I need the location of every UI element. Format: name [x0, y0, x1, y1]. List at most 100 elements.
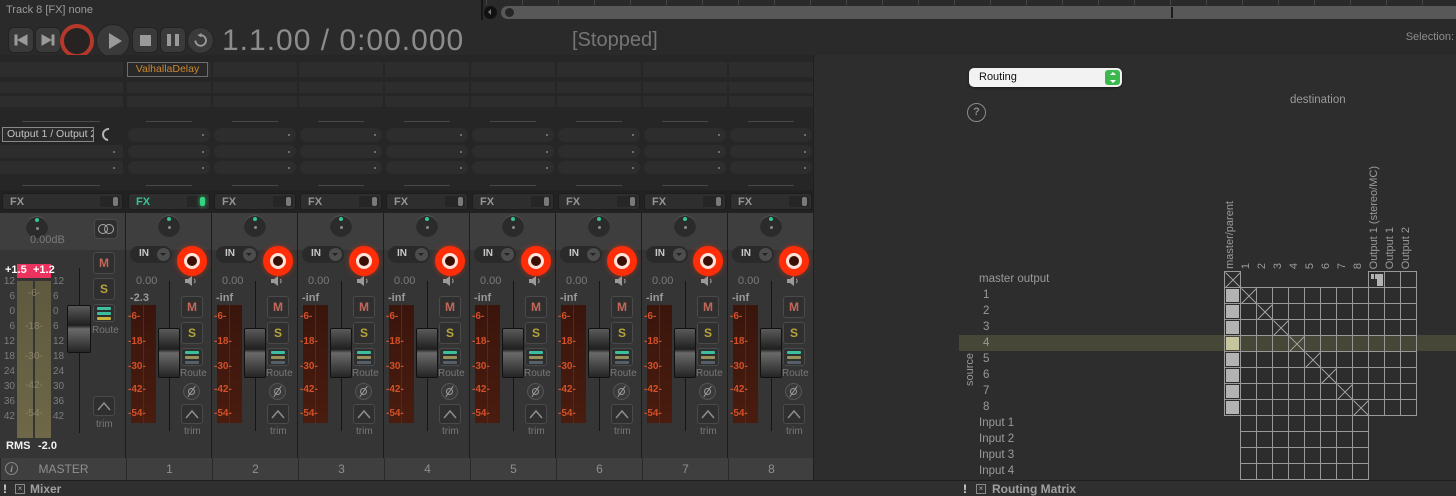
matrix-cell[interactable]: [1304, 335, 1321, 352]
matrix-cell[interactable]: [1224, 287, 1241, 304]
matrix-cell[interactable]: [1336, 463, 1353, 480]
matrix-cell[interactable]: [1224, 335, 1241, 352]
record-arm-button[interactable]: [349, 246, 379, 276]
matrix-cell[interactable]: [1320, 399, 1337, 416]
matrix-column-header[interactable]: 3: [1272, 263, 1284, 269]
send-slot[interactable]: [644, 128, 726, 142]
matrix-cell[interactable]: [1272, 303, 1289, 320]
matrix-cell[interactable]: [1384, 319, 1401, 336]
track-fx-button[interactable]: FX: [558, 193, 640, 210]
matrix-cell[interactable]: [1336, 431, 1353, 448]
matrix-column-header[interactable]: 1: [1240, 263, 1252, 269]
matrix-cell[interactable]: [1320, 319, 1337, 336]
track-solo-button[interactable]: S: [525, 322, 547, 344]
matrix-cell[interactable]: [1304, 287, 1321, 304]
matrix-cell[interactable]: [1304, 319, 1321, 336]
matrix-cell[interactable]: [1304, 351, 1321, 368]
matrix-cell[interactable]: [1256, 319, 1273, 336]
matrix-cell[interactable]: [1304, 463, 1321, 480]
matrix-cell[interactable]: [1272, 351, 1289, 368]
track-solo-button[interactable]: S: [353, 322, 375, 344]
matrix-cell[interactable]: [1256, 383, 1273, 400]
matrix-cell[interactable]: [1224, 303, 1241, 320]
send-slot[interactable]: [128, 161, 210, 174]
matrix-cell[interactable]: [1352, 415, 1369, 432]
track-route-button[interactable]: [525, 348, 547, 366]
timeline-ruler[interactable]: [486, 0, 1456, 5]
matrix-cell[interactable]: [1240, 383, 1257, 400]
monitor-speaker-icon[interactable]: [442, 274, 456, 288]
track-route-button[interactable]: [181, 348, 203, 366]
matrix-cell[interactable]: [1256, 447, 1273, 464]
matrix-cell[interactable]: [1336, 383, 1353, 400]
info-icon[interactable]: i: [5, 462, 18, 475]
matrix-cell[interactable]: [1352, 463, 1369, 480]
matrix-row-header[interactable]: Input 2: [979, 431, 1014, 447]
matrix-cell[interactable]: [1336, 351, 1353, 368]
phase-invert-button[interactable]: [527, 383, 544, 400]
matrix-cell[interactable]: [1368, 383, 1385, 400]
matrix-cell[interactable]: [1384, 287, 1401, 304]
record-arm-button[interactable]: [607, 246, 637, 276]
play-button[interactable]: [96, 24, 130, 58]
master-solo-button[interactable]: S: [93, 278, 115, 300]
matrix-cell[interactable]: [1320, 287, 1337, 304]
phase-invert-button[interactable]: [183, 383, 200, 400]
track-trim-button[interactable]: [353, 404, 375, 424]
send-slot[interactable]: [730, 145, 812, 158]
send-slot[interactable]: [644, 145, 726, 158]
matrix-cell[interactable]: [1304, 431, 1321, 448]
matrix-cell[interactable]: [1256, 463, 1273, 480]
matrix-cell[interactable]: [1352, 383, 1369, 400]
monitor-speaker-icon[interactable]: [700, 274, 714, 288]
record-arm-button[interactable]: [177, 246, 207, 276]
track-pan-knob[interactable]: [330, 215, 352, 237]
matrix-cell[interactable]: [1336, 287, 1353, 304]
matrix-cell[interactable]: [1384, 335, 1401, 352]
mono-stereo-button[interactable]: [94, 219, 118, 239]
track-number-cell[interactable]: 6: [556, 458, 642, 480]
matrix-cell[interactable]: [1368, 351, 1385, 368]
input-select[interactable]: IN: [646, 246, 688, 263]
send-slot[interactable]: [386, 161, 468, 174]
master-fx-button[interactable]: FX: [2, 193, 123, 210]
track-solo-button[interactable]: S: [267, 322, 289, 344]
help-button[interactable]: ?: [967, 103, 986, 122]
track-trim-button[interactable]: [611, 404, 633, 424]
matrix-cell[interactable]: [1400, 319, 1417, 336]
master-mute-button[interactable]: M: [93, 252, 115, 274]
matrix-row-header[interactable]: Input 1: [979, 415, 1014, 431]
matrix-cell[interactable]: [1400, 399, 1417, 416]
chevron-down-icon[interactable]: [587, 248, 600, 261]
matrix-cell[interactable]: [1288, 351, 1305, 368]
track-fx-button[interactable]: FX: [386, 193, 468, 210]
input-select[interactable]: IN: [732, 246, 774, 263]
matrix-cell[interactable]: [1272, 463, 1289, 480]
send-slot[interactable]: [214, 128, 296, 142]
send-slot[interactable]: [300, 128, 382, 142]
fx-insert-slot[interactable]: [0, 96, 123, 107]
matrix-row-header[interactable]: Input 4: [979, 463, 1014, 479]
track-mute-button[interactable]: M: [783, 296, 805, 318]
send-slot[interactable]: [472, 161, 554, 174]
track-pan-knob[interactable]: [588, 215, 610, 237]
matrix-cell[interactable]: [1272, 447, 1289, 464]
horizontal-scrollbar[interactable]: [501, 6, 1456, 19]
matrix-cell[interactable]: [1352, 447, 1369, 464]
matrix-cell[interactable]: [1224, 351, 1241, 368]
fx-insert-slot[interactable]: [643, 82, 727, 93]
track-volume-fader[interactable]: [416, 328, 438, 378]
fx-bypass-toggle[interactable]: [617, 196, 637, 207]
track-number-cell[interactable]: 3: [298, 458, 384, 480]
monitor-speaker-icon[interactable]: [614, 274, 628, 288]
matrix-cell[interactable]: [1224, 367, 1241, 384]
matrix-row-header[interactable]: 7: [983, 383, 989, 399]
matrix-cell[interactable]: [1240, 447, 1257, 464]
matrix-cell[interactable]: [1224, 271, 1241, 288]
fx-insert-slot[interactable]: [213, 82, 297, 93]
matrix-column-header[interactable]: 5: [1304, 263, 1316, 269]
fx-insert-slot[interactable]: [385, 96, 469, 107]
matrix-cell[interactable]: [1224, 383, 1241, 400]
track-fx-button[interactable]: FX: [730, 193, 812, 210]
monitor-speaker-icon[interactable]: [786, 274, 800, 288]
